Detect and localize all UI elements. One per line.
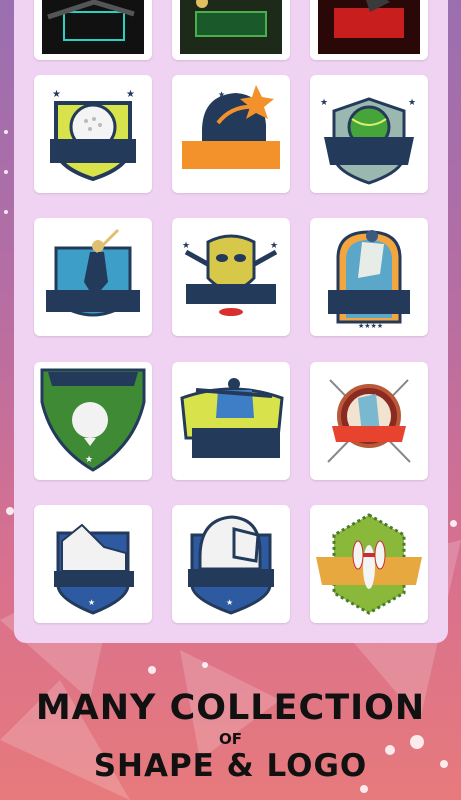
logo-tile-sneaker[interactable]: ★ [34,505,152,623]
svg-text:★: ★ [270,241,278,251]
golfer-icon [327,379,411,463]
logo-tile-gamer-1[interactable] [34,0,152,60]
gamer-soldier-icon [42,0,144,54]
svg-text:★: ★ [52,89,61,100]
svg-text:★: ★ [182,241,190,251]
decor-dot [202,662,208,668]
logo-tile-bowling-pins[interactable] [310,505,428,623]
bowling-pins-icon [316,513,422,615]
decor-dot [148,666,156,674]
gamer-red-soldier-icon [318,0,420,54]
logo-tile-hockey-mask[interactable]: ★ ★ [172,218,290,336]
baseball-batter-icon [46,228,140,317]
logo-tile-golf-ball[interactable]: ★ ★ [34,75,152,193]
decor-dot [4,210,8,214]
baseball-pitcher-icon: ★★★★ [328,230,410,330]
caption-line-3: SHAPE & LOGO [93,748,368,784]
golf-ball-icon: ★ ★ [50,89,136,182]
logo-tile-baseball-batter[interactable] [34,218,152,336]
sneaker-icon: ★ [54,523,134,615]
logo-tile-golf-shield[interactable]: ★ [34,362,152,480]
svg-text:★: ★ [126,89,135,100]
logo-collection-panel: ★ ★ ★ ★ ★ ★ ★ ★★★★ ★ ★ ★ [14,0,448,643]
decor-dot [4,130,8,134]
svg-text:★: ★ [320,98,328,108]
caption-line-1: MANY COLLECTION [35,688,426,728]
decor-dot [450,520,457,527]
logo-tile-baseball-pitcher[interactable]: ★★★★ [310,218,428,336]
decor-dot [4,170,8,174]
logo-tile-baseball-catcher[interactable] [172,362,290,480]
svg-text:★★★★: ★★★★ [358,322,383,330]
hockey-mask-icon: ★ ★ [182,234,278,316]
svg-text:★: ★ [88,598,95,607]
football-helmet-shield-icon: ★ [188,515,274,615]
svg-text:★: ★ [408,98,416,108]
svg-text:★: ★ [226,598,233,607]
golf-shield-icon: ★ [40,368,146,472]
svg-text:★: ★ [85,455,93,465]
logo-tile-gamer-2[interactable] [172,0,290,60]
svg-text:★: ★ [218,90,225,99]
gamer-warrior-icon [180,0,282,54]
logo-tile-football-helmet[interactable]: ★ [172,75,290,193]
caption-line-2: OF [219,730,242,748]
tennis-ball-icon: ★ ★ [320,97,416,185]
logo-tile-gamer-3[interactable] [310,0,428,60]
logo-tile-tennis-ball[interactable]: ★ ★ [310,75,428,193]
logo-tile-golfer[interactable] [310,362,428,480]
decor-dot [6,507,14,515]
baseball-catcher-icon [180,378,284,458]
decor-dot [360,785,368,793]
football-helmet-icon: ★ [182,85,280,169]
logo-tile-football-helmet-shield[interactable]: ★ [172,505,290,623]
